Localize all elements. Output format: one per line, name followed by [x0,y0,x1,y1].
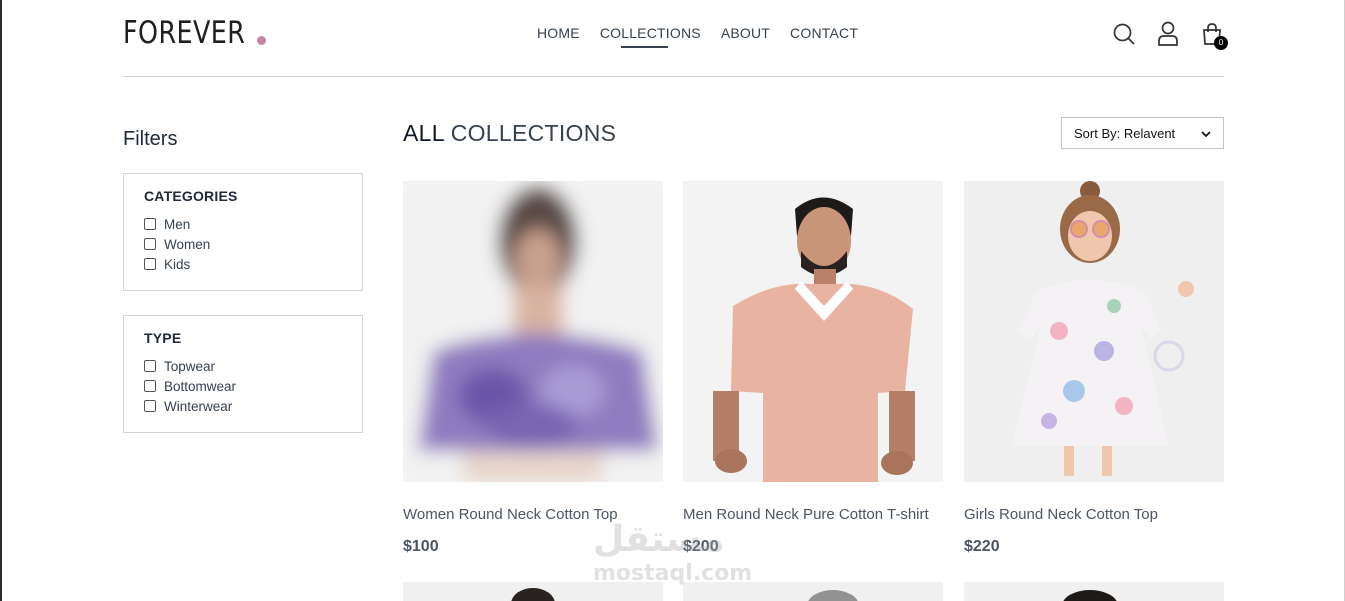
nav-icons: 0 [1112,20,1228,50]
categories-heading: CATEGORIES [144,188,238,204]
filter-option-kids[interactable]: Kids [144,254,342,274]
sort-select[interactable]: Sort By: Relavent [1061,117,1224,149]
checkbox[interactable] [144,400,156,412]
brand-logo-dot [257,36,266,45]
type-heading: TYPE [144,330,182,346]
filter-option-bottomwear[interactable]: Bottomwear [144,376,342,396]
chevron-down-icon [1201,126,1211,141]
checkbox[interactable] [144,238,156,250]
page-title-part2: COLLECTIONS [450,120,617,146]
window-edge [0,0,2,601]
product-price: $100 [403,538,439,555]
page-title-part1: ALL [403,120,444,146]
watermark-arabic: مستقل [593,519,725,560]
filter-option-label: Winterwear [164,398,233,414]
product-card[interactable]: Women Round Neck Cotton Top $100 [403,181,663,555]
product-name[interactable]: Girls Round Neck Cotton Top [964,506,1158,523]
navbar: FOREVER HOME COLLECTIONS ABOUT CONTACT 0 [123,0,1228,77]
type-filter: TYPE Topwear Bottomwear Winterwear [123,315,363,433]
search-icon[interactable] [1112,20,1136,48]
categories-filter: CATEGORIES Men Women Kids [123,173,363,291]
filter-option-women[interactable]: Women [144,234,342,254]
watermark-latin: mostaql.com [593,561,753,586]
product-image[interactable] [964,582,1224,601]
cart-count-badge: 0 [1214,36,1228,50]
nav-link-contact[interactable]: CONTACT [790,24,858,42]
product-name[interactable]: Women Round Neck Cotton Top [403,506,618,523]
checkbox[interactable] [144,258,156,270]
nav-link-about[interactable]: ABOUT [721,24,770,42]
checkbox[interactable] [144,218,156,230]
watermark: مستقل mostaql.com [593,520,752,586]
filter-option-label: Kids [164,256,191,272]
active-nav-underline [621,46,668,48]
filter-option-label: Bottomwear [164,378,237,394]
filter-option-winterwear[interactable]: Winterwear [144,396,342,416]
filter-option-label: Men [164,216,191,232]
checkbox[interactable] [144,360,156,372]
nav-link-home[interactable]: HOME [537,24,580,42]
filter-option-label: Topwear [164,358,216,374]
sort-selected-value: Sort By: Relavent [1074,125,1176,141]
product-card[interactable]: Girls Round Neck Cotton Top $220 [964,181,1224,555]
filter-option-label: Women [164,236,211,252]
product-price: $220 [964,538,1000,555]
cart-icon[interactable]: 0 [1200,20,1228,50]
filters-title[interactable]: Filters [123,128,177,151]
product-image[interactable] [403,181,663,482]
product-image[interactable] [683,181,943,482]
nav-links: HOME COLLECTIONS ABOUT CONTACT [537,24,858,42]
product-image[interactable] [964,181,1224,482]
filter-option-topwear[interactable]: Topwear [144,356,342,376]
nav-link-collections[interactable]: COLLECTIONS [600,24,701,42]
checkbox[interactable] [144,380,156,392]
product-card[interactable]: Men Round Neck Pure Cotton T-shirt $200 [683,181,943,555]
brand-logo[interactable]: FOREVER [123,14,245,52]
filter-option-men[interactable]: Men [144,214,342,234]
profile-icon[interactable] [1156,20,1180,48]
page-title: ALL COLLECTIONS [403,120,616,147]
